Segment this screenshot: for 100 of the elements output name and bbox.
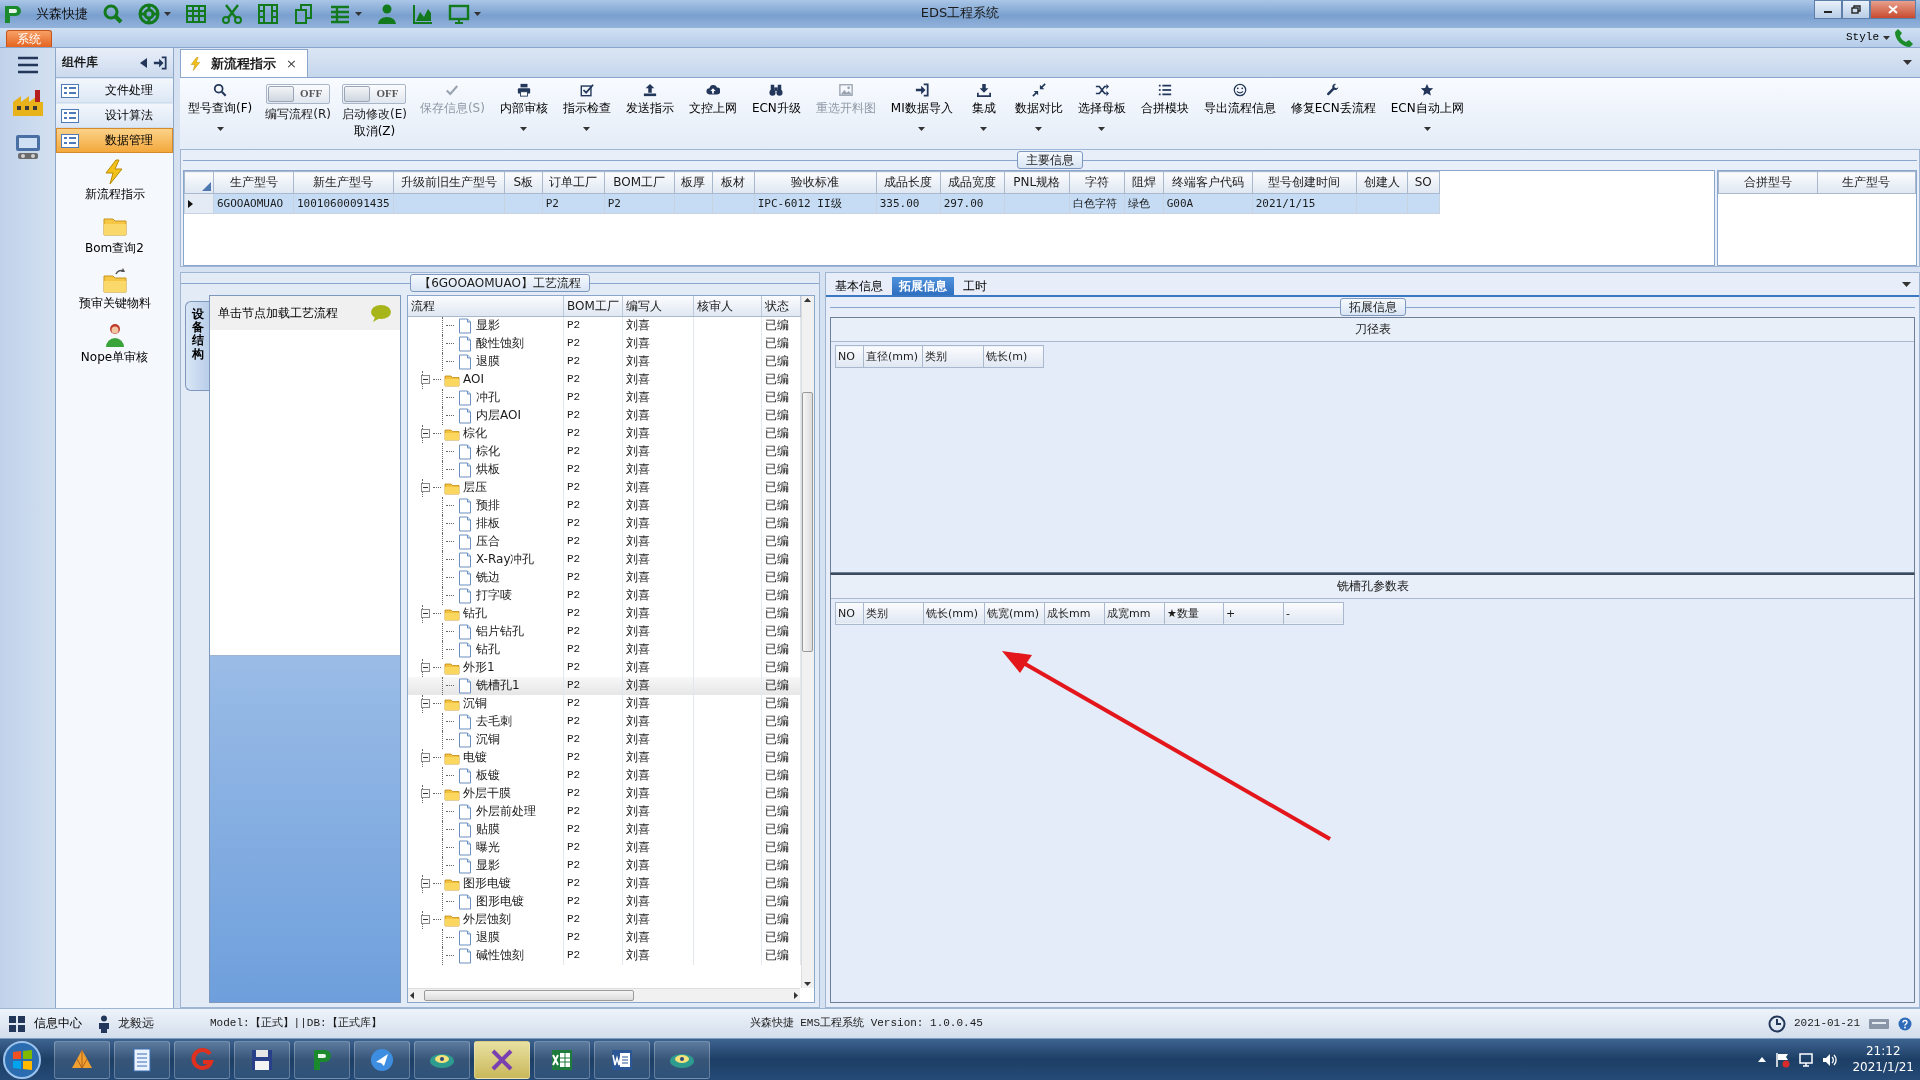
column-header[interactable]: 铣宽(mm) xyxy=(984,602,1045,625)
minimize-button[interactable] xyxy=(1814,0,1842,19)
close-button[interactable] xyxy=(1870,0,1916,19)
tool-item[interactable]: Bom查询2 xyxy=(56,207,173,262)
column-header[interactable]: 类别 xyxy=(922,345,984,368)
toolbar-button[interactable] xyxy=(448,3,481,25)
tree-row[interactable]: 棕化 P2 刘喜 已编 xyxy=(408,442,800,461)
column-header[interactable]: 板厚 xyxy=(674,171,713,194)
toolbar-button[interactable] xyxy=(221,3,243,25)
tree-row[interactable]: 铣槽孔1 P2 刘喜 已编 xyxy=(408,676,800,695)
column-header[interactable]: 生产型号 xyxy=(1817,171,1916,194)
taskbar-button[interactable] xyxy=(654,1040,710,1079)
toolbar-button[interactable]: 选择母板 xyxy=(1071,80,1132,134)
toolbar-button[interactable] xyxy=(412,3,434,25)
column-header[interactable]: 成品长度 xyxy=(876,171,941,194)
tab[interactable]: 拓展信息 xyxy=(892,276,954,295)
column-header[interactable]: 新生产型号 xyxy=(293,171,394,194)
taskbar-button[interactable] xyxy=(114,1040,170,1079)
column-header[interactable]: S板 xyxy=(504,171,543,194)
tree-row[interactable]: 外层干膜 P2 刘喜 已编 xyxy=(408,784,800,803)
tree-row[interactable]: 贴膜 P2 刘喜 已编 xyxy=(408,820,800,839)
column-header[interactable]: 成品宽度 xyxy=(940,171,1005,194)
tree-row[interactable]: 排板 P2 刘喜 已编 xyxy=(408,514,800,533)
column-header[interactable]: 成长mm xyxy=(1044,602,1105,625)
tree-row[interactable]: 外形1 P2 刘喜 已编 xyxy=(408,658,800,677)
column-header[interactable]: 升级前旧生产型号 xyxy=(393,171,505,194)
toolbar-button[interactable]: 内部审核 xyxy=(493,80,554,134)
close-tab-button[interactable]: × xyxy=(284,55,299,72)
column-header[interactable]: 板材 xyxy=(712,171,755,194)
pin-button[interactable] xyxy=(153,55,167,70)
toolbar-button[interactable]: 合拼模块 xyxy=(1134,80,1195,118)
toggle-switch[interactable]: OFF xyxy=(342,84,407,104)
column-header[interactable]: 阻焊 xyxy=(1124,171,1164,194)
info-center-button[interactable]: 信息中心 xyxy=(8,1014,82,1033)
column-header[interactable]: 终端客户代码 xyxy=(1163,171,1253,194)
tree-row[interactable]: 沉铜 P2 刘喜 已编 xyxy=(408,730,800,749)
taskbar-button[interactable] xyxy=(54,1040,110,1079)
list-item[interactable]: 单击节点加载工艺流程 xyxy=(210,296,400,330)
column-header[interactable]: 编写人 xyxy=(622,296,694,316)
tree-row[interactable]: 外层蚀刻 P2 刘喜 已编 xyxy=(408,910,800,929)
toolbar-button[interactable] xyxy=(329,3,362,25)
tree-row[interactable]: 图形电镀 P2 刘喜 已编 xyxy=(408,892,800,911)
tree-row[interactable]: AOI P2 刘喜 已编 xyxy=(408,370,800,389)
tree-row[interactable]: 去毛刺 P2 刘喜 已编 xyxy=(408,712,800,731)
tree-row[interactable]: 打字唛 P2 刘喜 已编 xyxy=(408,586,800,605)
column-header[interactable]: 生产型号 xyxy=(213,171,294,194)
tree-row[interactable]: 压合 P2 刘喜 已编 xyxy=(408,532,800,551)
tree-row[interactable]: 棕化 P2 刘喜 已编 xyxy=(408,424,800,443)
nav-item[interactable]: 设计算法 xyxy=(56,103,173,128)
cancel-button[interactable]: 取消(Z) xyxy=(353,124,396,139)
column-header[interactable]: PNL规格 xyxy=(1004,171,1070,194)
column-header[interactable]: 验收标准 xyxy=(754,171,877,194)
column-header[interactable]: 合拼型号 xyxy=(1718,171,1817,194)
tree-row[interactable]: 碱性蚀刻 P2 刘喜 已编 xyxy=(408,946,800,965)
column-header[interactable]: NO xyxy=(835,345,864,368)
tree-row[interactable]: 沉铜 P2 刘喜 已编 xyxy=(408,694,800,713)
tree-row[interactable]: 酸性蚀刻 P2 刘喜 已编 xyxy=(408,334,800,353)
tree-row[interactable]: 板镀 P2 刘喜 已编 xyxy=(408,766,800,785)
toolbar-button[interactable]: 型号查询(F) xyxy=(182,80,259,134)
tab[interactable]: 基本信息 xyxy=(828,276,890,295)
side-tab[interactable]: 设备结构 xyxy=(185,301,209,391)
tree-row[interactable]: 退膜 P2 刘喜 已编 xyxy=(408,352,800,371)
toolbar-button[interactable]: 发送指示 xyxy=(619,80,680,118)
toolbar-button[interactable] xyxy=(293,3,315,25)
nav-item[interactable]: 文件处理 xyxy=(56,78,173,103)
column-header[interactable]: 型号创建时间 xyxy=(1252,171,1357,194)
restore-button[interactable] xyxy=(1842,0,1870,19)
toolbar-button[interactable]: MI数据导入 xyxy=(884,80,959,134)
tree-row[interactable]: 曝光 P2 刘喜 已编 xyxy=(408,838,800,857)
toolbar-button[interactable]: ECN升级 xyxy=(745,80,807,118)
tree-row[interactable]: 冲孔 P2 刘喜 已编 xyxy=(408,388,800,407)
column-header[interactable]: NO xyxy=(835,602,864,625)
document-tab[interactable]: 新流程指示 × xyxy=(180,49,308,77)
column-header[interactable]: + xyxy=(1223,602,1284,625)
column-header[interactable]: ★数量 xyxy=(1164,602,1224,625)
column-header[interactable]: - xyxy=(1283,602,1344,625)
column-header[interactable]: 字符 xyxy=(1069,171,1125,194)
tree-row[interactable]: 显影 P2 刘喜 已编 xyxy=(408,856,800,875)
taskbar-button[interactable] xyxy=(594,1040,650,1079)
tree-row[interactable]: 烘板 P2 刘喜 已编 xyxy=(408,460,800,479)
column-header[interactable]: 核审人 xyxy=(693,296,762,316)
toolbar-button[interactable]: 文控上网 xyxy=(682,80,743,118)
taskbar-button[interactable] xyxy=(234,1040,290,1079)
tree-row[interactable]: 外层前处理 P2 刘喜 已编 xyxy=(408,802,800,821)
toolbar-button[interactable] xyxy=(376,3,398,25)
tool-item[interactable]: 新流程指示 xyxy=(56,153,173,208)
tree-row[interactable]: 铣边 P2 刘喜 已编 xyxy=(408,568,800,587)
collapse-button[interactable] xyxy=(140,57,147,68)
taskbar-button[interactable] xyxy=(354,1040,410,1079)
toolbar-button[interactable]: 集成 xyxy=(961,80,1006,134)
nav-item[interactable]: 数据管理 xyxy=(56,128,173,153)
toolbar-button[interactable] xyxy=(102,3,124,25)
tool-item[interactable]: 预审关键物料 xyxy=(56,261,173,317)
column-header[interactable]: 直径(mm) xyxy=(863,345,923,368)
toolbar-button[interactable] xyxy=(185,3,207,25)
tree-row[interactable]: X-Ray冲孔 P2 刘喜 已编 xyxy=(408,550,800,569)
tool-item[interactable]: Nope单审核 xyxy=(56,316,173,371)
toolbar-button[interactable]: ECN自动上网 xyxy=(1384,80,1470,134)
tree-row[interactable]: 预排 P2 刘喜 已编 xyxy=(408,496,800,515)
taskbar-button[interactable] xyxy=(534,1040,590,1079)
